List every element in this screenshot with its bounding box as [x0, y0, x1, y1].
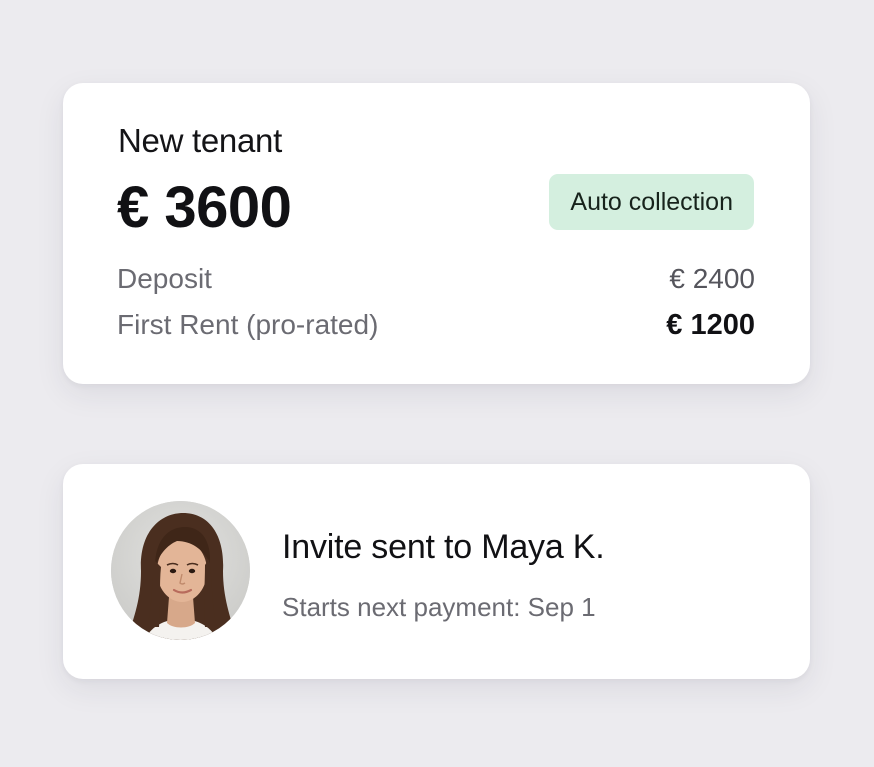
first-rent-value: € 1200 [666, 309, 755, 341]
payment-summary-card: New tenant € 3600 Auto collection Deposi… [63, 83, 810, 384]
auto-collection-badge: Auto collection [549, 174, 754, 230]
card-title: New tenant [118, 122, 282, 159]
first-rent-row: First Rent (pro-rated) € 1200 [117, 309, 755, 342]
first-rent-label: First Rent (pro-rated) [117, 309, 379, 340]
avatar [111, 501, 250, 640]
invite-card[interactable]: Invite sent to Maya K. Starts next payme… [63, 464, 810, 679]
total-amount: € 3600 [117, 175, 292, 240]
deposit-row: Deposit € 2400 [117, 263, 755, 295]
deposit-label: Deposit [117, 263, 212, 294]
invite-status-title: Invite sent to Maya K. [282, 528, 605, 566]
deposit-value: € 2400 [669, 263, 755, 294]
invite-start-date: Starts next payment: Sep 1 [282, 592, 596, 622]
tenant-portrait-icon [111, 501, 250, 640]
